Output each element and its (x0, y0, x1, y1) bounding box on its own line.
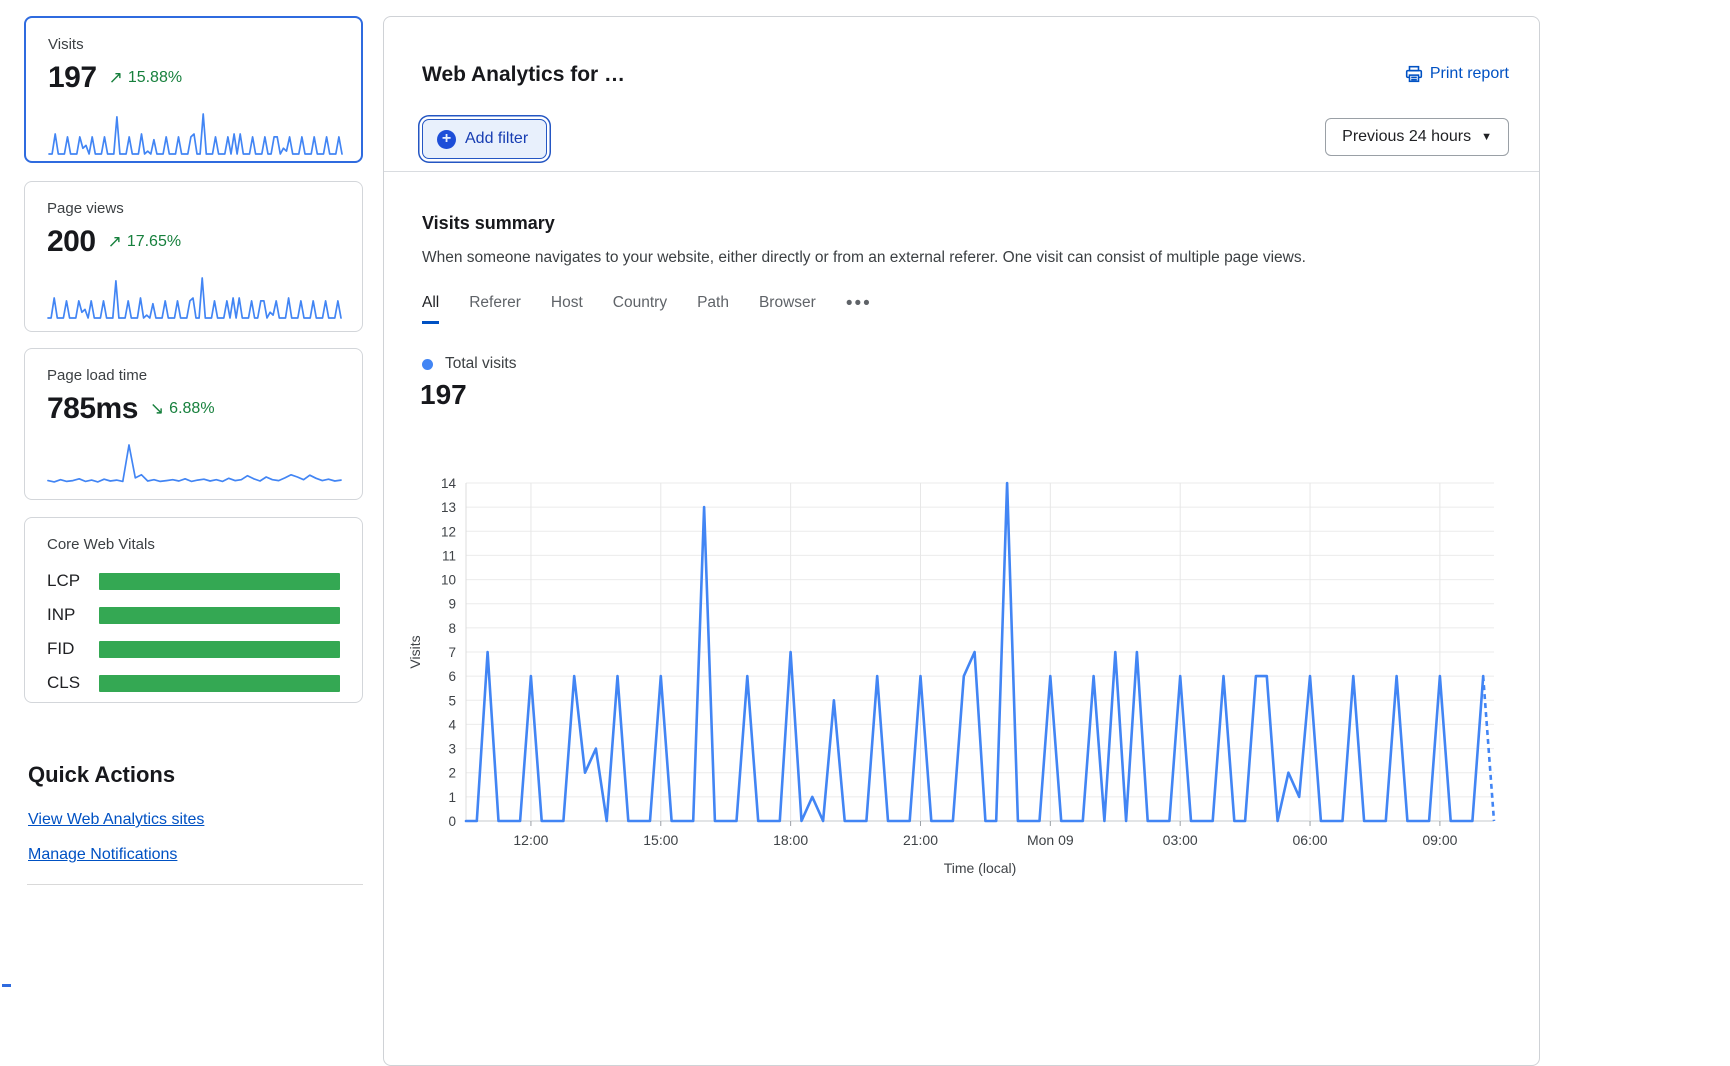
visits-chart-svg: 0123456789101112131412:0015:0018:0021:00… (406, 469, 1511, 901)
down-right-arrow-icon: ↘ (150, 399, 164, 419)
chart-legend: Total visits (422, 355, 517, 373)
page-load-time-card-label: Page load time (47, 367, 340, 384)
web-analytics-panel: Web Analytics for … Print report + Add f… (383, 16, 1540, 1066)
visits-card[interactable]: Visits 197 ↗ 15.88% (24, 16, 363, 163)
visits-trend: ↗ 15.88% (109, 68, 183, 88)
tab-country[interactable]: Country (613, 294, 667, 324)
svg-text:9: 9 (448, 597, 456, 612)
tab-all[interactable]: All (422, 294, 439, 324)
svg-text:Time (local): Time (local) (944, 860, 1017, 876)
cwv-label: LCP (47, 571, 99, 591)
svg-text:11: 11 (442, 548, 456, 563)
manage-notifications-link[interactable]: Manage Notifications (28, 846, 177, 864)
print-report-label: Print report (1430, 65, 1509, 83)
svg-text:4: 4 (448, 717, 456, 732)
view-web-analytics-sites-link[interactable]: View Web Analytics sites (28, 811, 204, 829)
svg-text:8: 8 (448, 621, 456, 636)
tab-browser[interactable]: Browser (759, 294, 816, 324)
cwv-row-fid: FID (47, 639, 340, 659)
core-web-vitals-card[interactable]: Core Web Vitals LCP INP FID CLS (24, 517, 363, 703)
page-load-time-trend-value: 6.88% (169, 400, 214, 418)
legend-label: Total visits (445, 355, 517, 373)
cwv-row-cls: CLS (47, 673, 340, 693)
cwv-row-inp: INP (47, 605, 340, 625)
page-views-trend: ↗ 17.65% (108, 232, 182, 252)
add-filter-button[interactable]: + Add filter (422, 119, 547, 159)
ellipsis-icon[interactable]: ••• (846, 293, 872, 324)
sidebar-divider (27, 884, 363, 885)
visits-card-value: 197 (48, 61, 97, 95)
cwv-label: CLS (47, 673, 99, 693)
legend-dot-icon (422, 359, 433, 370)
page-load-time-card-value: 785ms (47, 392, 138, 426)
quick-actions-title: Quick Actions (28, 762, 175, 788)
visits-card-label: Visits (48, 36, 339, 53)
page-views-trend-value: 17.65% (127, 233, 181, 251)
svg-text:10: 10 (441, 573, 456, 588)
time-range-value: Previous 24 hours (1342, 128, 1471, 146)
page-views-sparkline (47, 273, 340, 321)
svg-text:21:00: 21:00 (903, 832, 938, 848)
up-right-arrow-icon: ↗ (109, 68, 123, 88)
page-load-time-sparkline (47, 440, 340, 488)
page-load-time-card[interactable]: Page load time 785ms ↘ 6.88% (24, 348, 363, 500)
header-divider (384, 171, 1539, 172)
tab-path[interactable]: Path (697, 294, 729, 324)
cwv-bar-inp (99, 607, 340, 624)
core-web-vitals-title: Core Web Vitals (47, 536, 340, 553)
tab-host[interactable]: Host (551, 294, 583, 324)
visits-summary-title: Visits summary (422, 213, 555, 234)
svg-text:5: 5 (448, 693, 456, 708)
up-right-arrow-icon: ↗ (108, 232, 122, 252)
print-report-link[interactable]: Print report (1405, 65, 1509, 83)
cwv-row-lcp: LCP (47, 571, 340, 591)
svg-text:06:00: 06:00 (1293, 832, 1328, 848)
total-visits-value: 197 (420, 379, 467, 411)
svg-text:1: 1 (448, 790, 456, 805)
add-filter-label: Add filter (465, 130, 528, 148)
svg-text:15:00: 15:00 (643, 832, 678, 848)
svg-text:09:00: 09:00 (1422, 832, 1457, 848)
svg-text:12: 12 (441, 524, 456, 539)
partially-visible-element (2, 984, 11, 987)
svg-text:Visits: Visits (407, 635, 423, 668)
caret-down-icon: ▼ (1481, 131, 1492, 143)
page-load-time-trend: ↘ 6.88% (150, 399, 215, 419)
visits-sparkline (48, 109, 339, 157)
dimension-tabs: All Referer Host Country Path Browser ••… (422, 293, 872, 324)
visits-line-chart: 0123456789101112131412:0015:0018:0021:00… (406, 469, 1511, 906)
page-title: Web Analytics for … (422, 63, 625, 87)
cwv-bar-fid (99, 641, 340, 658)
visits-trend-value: 15.88% (128, 69, 182, 87)
cwv-bar-cls (99, 675, 340, 692)
page-views-card-value: 200 (47, 225, 96, 259)
svg-text:12:00: 12:00 (513, 832, 548, 848)
svg-text:0: 0 (448, 814, 456, 829)
print-icon (1405, 65, 1423, 83)
svg-text:14: 14 (441, 476, 457, 491)
svg-text:13: 13 (441, 500, 456, 515)
page-views-card[interactable]: Page views 200 ↗ 17.65% (24, 181, 363, 332)
cwv-label: INP (47, 605, 99, 625)
plus-icon: + (437, 130, 456, 149)
tab-referer[interactable]: Referer (469, 294, 521, 324)
svg-text:3: 3 (448, 742, 456, 757)
svg-text:2: 2 (448, 766, 456, 781)
svg-text:7: 7 (448, 645, 456, 660)
cwv-bar-lcp (99, 573, 340, 590)
svg-text:18:00: 18:00 (773, 832, 808, 848)
svg-text:Mon 09: Mon 09 (1027, 832, 1074, 848)
svg-text:03:00: 03:00 (1163, 832, 1198, 848)
svg-text:6: 6 (448, 669, 456, 684)
page-views-card-label: Page views (47, 200, 340, 217)
cwv-label: FID (47, 639, 99, 659)
visits-summary-description: When someone navigates to your website, … (422, 249, 1502, 267)
time-range-dropdown[interactable]: Previous 24 hours ▼ (1325, 118, 1509, 156)
